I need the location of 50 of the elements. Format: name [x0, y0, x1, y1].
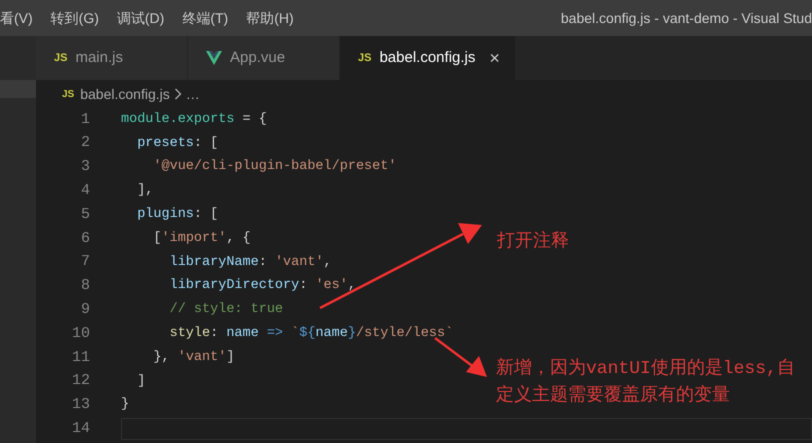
- line-number: 12: [70, 371, 90, 392]
- code-line: libraryDirectory: 'es',: [168, 277, 356, 296]
- breadcrumb-item[interactable]: …: [186, 84, 200, 104]
- line-number: 10: [70, 324, 90, 344]
- vue-logo-icon: [206, 51, 222, 65]
- annotation-text: 打开注释: [497, 229, 569, 252]
- line-number: 9: [80, 300, 90, 320]
- line-number: 4: [80, 181, 90, 202]
- js-file-icon: JS: [358, 50, 372, 66]
- code-line: libraryName: 'vant',: [168, 254, 332, 272]
- line-number: 13: [70, 395, 90, 416]
- code-line: ]: [136, 372, 146, 391]
- code-line: plugins: [: [136, 206, 218, 224]
- line-number: 1: [80, 110, 90, 130]
- menu-item[interactable]: 调试(D): [116, 8, 164, 28]
- code-line: '@vue/cli-plugin-babel/preset': [152, 158, 396, 176]
- menu-item[interactable]: 看(V): [0, 8, 33, 28]
- code-line: ['import', {: [152, 230, 251, 248]
- menu-item[interactable]: 终端(T): [182, 8, 228, 28]
- line-number: 2: [80, 133, 90, 154]
- chevron-right-icon: [174, 88, 182, 100]
- line-number: 8: [80, 276, 90, 296]
- editor-tab[interactable]: App.vue: [188, 36, 340, 80]
- window-title: babel.config.js - vant-demo - Visual Stud: [560, 8, 812, 28]
- line-number: 3: [80, 157, 90, 178]
- code-line: }: [121, 396, 130, 414]
- code-line: style: name => `${name}/style/less`: [168, 324, 454, 343]
- tab-label: App.vue: [230, 48, 286, 68]
- editor-tab[interactable]: JS babel.config.js ×: [340, 36, 516, 80]
- menu-item[interactable]: 帮助(H): [246, 8, 294, 28]
- code-line: ],: [136, 182, 154, 200]
- editor-tab[interactable]: JS main.js: [36, 36, 188, 80]
- annotation-text: 新增，因为vantUI使用的是less,自定义主题需要覆盖原有的变量: [496, 356, 796, 408]
- js-file-icon: JS: [62, 86, 74, 102]
- breadcrumb-item[interactable]: babel.config.js: [80, 84, 170, 104]
- close-icon[interactable]: ×: [489, 44, 500, 72]
- menu-item[interactable]: 转到(G): [50, 8, 99, 28]
- code-line: // style: true: [168, 301, 284, 320]
- code-line: }, 'vant']: [152, 348, 234, 367]
- line-number: 6: [80, 228, 90, 249]
- tab-label: main.js: [75, 48, 123, 68]
- js-file-icon: JS: [54, 50, 68, 66]
- line-number: 11: [70, 348, 90, 368]
- line-number: 7: [80, 252, 90, 272]
- sidebar-highlight: [0, 80, 36, 98]
- code-line: presets: [: [136, 134, 218, 153]
- tab-label: babel.config.js: [379, 48, 476, 68]
- line-number: 14: [70, 419, 90, 439]
- code-line: module.exports = {: [121, 110, 267, 129]
- line-number: 5: [80, 204, 90, 225]
